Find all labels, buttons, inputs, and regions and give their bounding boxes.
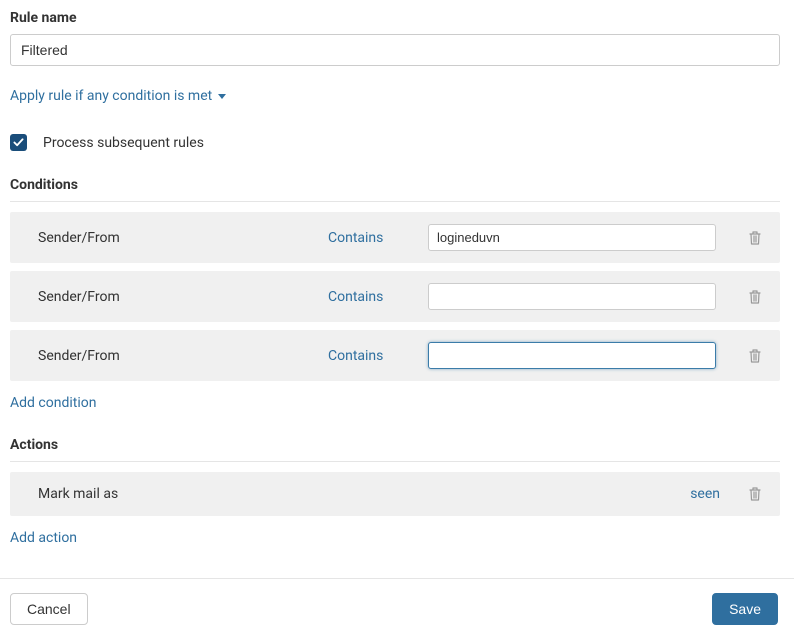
divider: [10, 461, 780, 462]
trash-icon: [748, 230, 762, 246]
condition-field-dropdown[interactable]: Sender/From: [38, 348, 328, 364]
process-subsequent-checkbox[interactable]: [10, 134, 27, 151]
trash-icon: [748, 289, 762, 305]
condition-row: Sender/FromContains: [10, 212, 780, 263]
condition-operator-dropdown[interactable]: Contains: [328, 348, 428, 364]
add-action-link[interactable]: Add action: [10, 530, 77, 546]
condition-field-dropdown[interactable]: Sender/From: [38, 289, 328, 305]
cancel-button[interactable]: Cancel: [10, 593, 88, 625]
apply-rule-dropdown[interactable]: Apply rule if any condition is met: [10, 88, 226, 104]
action-row: Mark mail asseen: [10, 472, 780, 516]
condition-value-input[interactable]: [428, 283, 716, 310]
add-condition-link[interactable]: Add condition: [10, 395, 96, 411]
condition-operator-dropdown[interactable]: Contains: [328, 289, 428, 305]
process-subsequent-label: Process subsequent rules: [43, 135, 204, 151]
condition-row: Sender/FromContains: [10, 271, 780, 322]
delete-condition-button[interactable]: [744, 230, 766, 246]
check-icon: [13, 137, 24, 148]
actions-title: Actions: [10, 437, 780, 453]
rule-name-input[interactable]: [10, 34, 780, 66]
footer: Cancel Save: [0, 578, 794, 639]
action-value-dropdown[interactable]: seen: [690, 486, 720, 502]
delete-condition-button[interactable]: [744, 348, 766, 364]
caret-down-icon: [218, 94, 226, 99]
delete-condition-button[interactable]: [744, 289, 766, 305]
apply-rule-label: Apply rule if any condition is met: [10, 88, 212, 104]
save-button[interactable]: Save: [712, 593, 778, 625]
condition-value-input[interactable]: [428, 342, 716, 369]
rule-name-label: Rule name: [10, 10, 780, 26]
condition-row: Sender/FromContains: [10, 330, 780, 381]
trash-icon: [748, 486, 762, 502]
condition-operator-dropdown[interactable]: Contains: [328, 230, 428, 246]
conditions-title: Conditions: [10, 177, 780, 193]
delete-action-button[interactable]: [744, 486, 766, 502]
action-field-dropdown[interactable]: Mark mail as: [38, 486, 690, 502]
trash-icon: [748, 348, 762, 364]
condition-field-dropdown[interactable]: Sender/From: [38, 230, 328, 246]
divider: [10, 201, 780, 202]
condition-value-input[interactable]: [428, 224, 716, 251]
